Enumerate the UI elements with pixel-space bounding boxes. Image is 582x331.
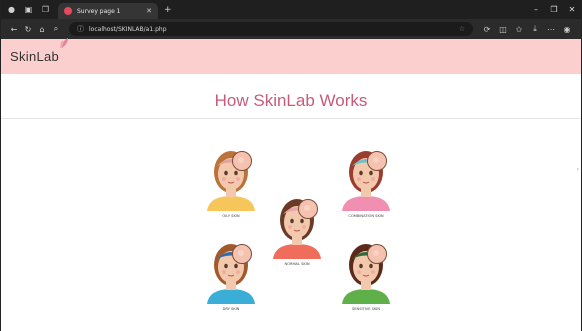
page-content: SkinLab How SkinLab Works OILY SKIN COMBI…: [1, 38, 581, 331]
new-tab-icon[interactable]: +: [164, 5, 172, 15]
window-controls: – ❐ ✕: [527, 5, 581, 14]
page-title: How SkinLab Works: [214, 91, 368, 110]
face-label: SENSITIVE SKIN: [352, 307, 380, 311]
face-3: NORMAL SKIN: [273, 199, 321, 266]
close-window-icon[interactable]: ✕: [563, 5, 581, 14]
face-label: NORMAL SKIN: [284, 262, 309, 266]
face-label: COMBINATION SKIN: [348, 214, 383, 218]
search-icon[interactable]: ⌕: [49, 24, 63, 34]
copilot-icon[interactable]: ◉: [559, 25, 575, 34]
skin-types-illustration: OILY SKIN COMBINATION SKIN NORMAL SKIN DRY …: [207, 151, 390, 311]
face-5: SENSITIVE SKIN: [342, 244, 390, 311]
url-text: localhost/SKINLAB/a1.php: [89, 25, 167, 33]
info-icon[interactable]: ⓘ: [77, 24, 84, 34]
face-label: DRY SKIN: [223, 307, 240, 311]
collections-icon[interactable]: ▣: [24, 5, 33, 14]
favorite-star-icon[interactable]: ☆: [459, 25, 465, 33]
minimize-icon[interactable]: –: [527, 5, 545, 14]
tab-close-icon[interactable]: ✕: [146, 7, 152, 15]
tab-title: Survey page 1: [77, 7, 121, 15]
refresh-icon[interactable]: ↻: [21, 25, 35, 34]
face-2: COMBINATION SKIN: [342, 151, 390, 218]
back-icon[interactable]: ←: [7, 25, 21, 34]
site-logo[interactable]: SkinLab: [10, 38, 68, 64]
navigation-bar: ← ↻ ⌂ ⌕ ⓘ localhost/SKINLAB/a1.php ☆ ⟳ ◫…: [1, 19, 581, 39]
maximize-icon[interactable]: ❐: [545, 5, 563, 14]
tab-actions-icon[interactable]: ❐: [41, 5, 50, 14]
leaf-icon: [60, 38, 68, 49]
browser-window: ● ▣ ❐ Survey page 1 ✕ + – ❐ ✕ ← ↻ ⌂ ⌕ ⓘ …: [0, 0, 582, 331]
home-icon[interactable]: ⌂: [35, 25, 49, 34]
favorites-icon[interactable]: ✩: [511, 25, 527, 34]
logo-text: SkinLab: [10, 49, 60, 64]
favicon-icon: [64, 7, 72, 15]
face-label: OILY SKIN: [222, 214, 239, 218]
title-bar: ● ▣ ❐ Survey page 1 ✕ + – ❐ ✕: [1, 0, 581, 19]
more-icon[interactable]: ⋯: [543, 25, 559, 34]
tab-survey[interactable]: Survey page 1 ✕: [58, 3, 158, 19]
face-1: OILY SKIN: [207, 151, 255, 218]
site-header: SkinLab: [1, 38, 581, 74]
address-bar[interactable]: ⓘ localhost/SKINLAB/a1.php ☆: [69, 22, 473, 36]
downloads-icon[interactable]: ⤓: [527, 24, 543, 34]
divider: [1, 118, 581, 119]
profile-icon[interactable]: ●: [7, 5, 16, 14]
refresh-page-icon[interactable]: ⟳: [479, 25, 495, 34]
face-4: DRY SKIN: [207, 244, 255, 311]
split-screen-icon[interactable]: ◫: [495, 25, 511, 34]
scroll-indicator-icon[interactable]: ›: [577, 166, 579, 173]
